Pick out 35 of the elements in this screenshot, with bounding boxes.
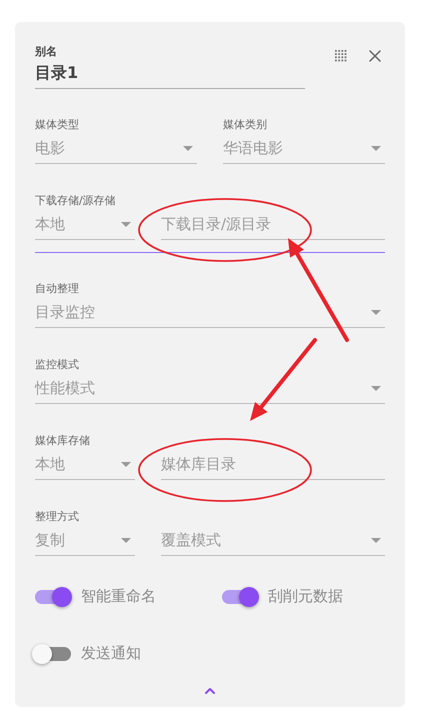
caret-icon <box>121 222 131 226</box>
switch-label: 发送通知 <box>81 644 141 663</box>
toggle-switch[interactable] <box>222 590 258 604</box>
toggle-switch[interactable] <box>35 646 71 660</box>
text-field[interactable]: 下载目录/源目录 <box>161 209 385 240</box>
alias-field[interactable]: 别名 目录1 <box>35 42 305 89</box>
caret-icon <box>121 462 131 466</box>
caret-icon <box>371 310 381 314</box>
caret-icon <box>371 538 381 542</box>
select-field[interactable]: 本地 <box>35 209 135 240</box>
field-label: 媒体类别 <box>223 117 268 133</box>
caret-icon <box>371 146 381 150</box>
select-field[interactable]: 华语电影 <box>223 133 385 164</box>
switch-label: 刮削元数据 <box>268 587 343 606</box>
alias-label: 别名 <box>35 44 58 59</box>
alias-value: 目录1 <box>35 63 80 84</box>
field-label: 媒体库存储 <box>35 433 91 449</box>
select-field[interactable]: 本地 <box>35 449 135 480</box>
caret-icon <box>121 538 131 542</box>
caret-icon <box>371 386 381 390</box>
caret-icon <box>183 146 193 150</box>
toggle-switch[interactable] <box>35 590 71 604</box>
drag-handle-icon[interactable] <box>335 50 347 62</box>
select-field[interactable]: 目录监控 <box>35 297 385 328</box>
select-field[interactable]: 覆盖模式 <box>161 525 385 556</box>
field-label: 监控模式 <box>35 357 80 373</box>
field-label: 下载存储/源存储 <box>35 193 117 209</box>
select-field[interactable]: 复制 <box>35 525 135 556</box>
switch-label: 智能重命名 <box>81 587 156 606</box>
field-label: 自动整理 <box>35 281 80 297</box>
select-field[interactable]: 电影 <box>35 133 197 164</box>
select-field[interactable]: 性能模式 <box>35 373 385 404</box>
field-label: 整理方式 <box>35 509 80 525</box>
text-field[interactable]: 媒体库目录 <box>161 449 385 480</box>
field-label: 媒体类型 <box>35 117 80 133</box>
